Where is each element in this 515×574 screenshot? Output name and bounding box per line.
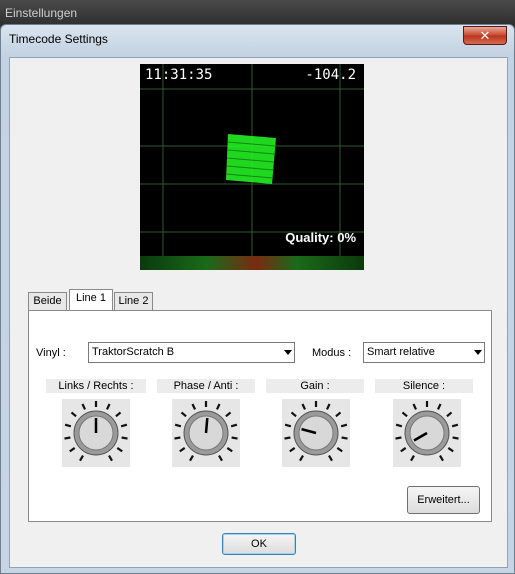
knob-tick <box>395 436 402 440</box>
timecode-settings-dialog: Timecode Settings ✕ 11:31:35 -104.2 Qual… <box>0 24 515 574</box>
tab-label: Beide <box>33 295 62 307</box>
phase-anti-knob[interactable] <box>172 399 240 467</box>
knob-tick <box>174 423 182 428</box>
knob-tick <box>64 436 71 440</box>
knob-label-gain: Gain : <box>266 379 364 393</box>
chevron-down-icon <box>474 350 482 355</box>
scope-time-readout: 11:31:35 <box>145 67 213 83</box>
gain-knob[interactable] <box>282 399 350 467</box>
knob-label-phase-anti: Phase / Anti : <box>157 379 255 393</box>
tab-panel-line-1: Vinyl : TraktorScratch B Modus : Smart r… <box>28 310 492 522</box>
tab-beide[interactable]: Beide <box>28 292 67 310</box>
outer-window-title: Einstellungen <box>5 6 78 20</box>
scope-pitch-readout: -104.2 <box>305 67 356 83</box>
knob-tick <box>230 423 238 428</box>
knob-pointer <box>204 417 209 434</box>
knob-dial <box>393 399 461 467</box>
dialog-title: Timecode Settings <box>9 32 108 46</box>
knob-label-silence: Silence : <box>375 379 473 393</box>
close-icon: ✕ <box>479 28 491 43</box>
knob-tick <box>284 436 291 440</box>
silence-knob[interactable] <box>393 399 461 467</box>
vinyl-label: Vinyl : <box>36 347 66 359</box>
tab-label: Line 1 <box>76 292 106 304</box>
signal-level-strip <box>140 256 364 270</box>
knob-tick <box>284 423 292 428</box>
dialog-client-area: 11:31:35 -104.2 Quality: 0% Beide Line 1… <box>9 57 508 568</box>
knob-tick <box>341 436 348 440</box>
tab-line-1[interactable]: Line 1 <box>69 289 113 310</box>
knob-tick <box>64 423 72 428</box>
close-button[interactable]: ✕ <box>463 26 507 45</box>
knob-tick <box>174 436 181 440</box>
scope-quality-readout: Quality: 0% <box>285 230 356 245</box>
knob-dial <box>282 399 350 467</box>
knob-tick <box>340 423 348 428</box>
knob-tick <box>395 423 403 428</box>
knob-dial <box>172 399 240 467</box>
tab-label: Line 2 <box>118 295 149 307</box>
advanced-button[interactable]: Erweitert... <box>407 486 480 514</box>
knob-tick <box>121 436 128 440</box>
knob-tick <box>120 423 128 428</box>
knob-tick <box>451 423 459 428</box>
modus-label: Modus : <box>312 347 352 359</box>
links-rechts-knob[interactable] <box>62 399 130 467</box>
knob-dial <box>62 399 130 467</box>
modus-select-value: Smart relative <box>367 346 435 358</box>
timecode-scope: 11:31:35 -104.2 Quality: 0% <box>140 64 364 270</box>
ok-button[interactable]: OK <box>222 533 296 555</box>
tab-line-2[interactable]: Line 2 <box>114 292 153 310</box>
outer-window-titlebar: Einstellungen <box>0 0 515 26</box>
modus-select[interactable]: Smart relative <box>363 342 485 363</box>
knob-label-links-rechts: Links / Rechts : <box>46 379 146 393</box>
knob-tick <box>231 436 238 440</box>
knob-tick <box>452 436 459 440</box>
vinyl-select-value: TraktorScratch B <box>92 346 175 358</box>
vinyl-select[interactable]: TraktorScratch B <box>88 342 295 363</box>
chevron-down-icon <box>284 350 292 355</box>
